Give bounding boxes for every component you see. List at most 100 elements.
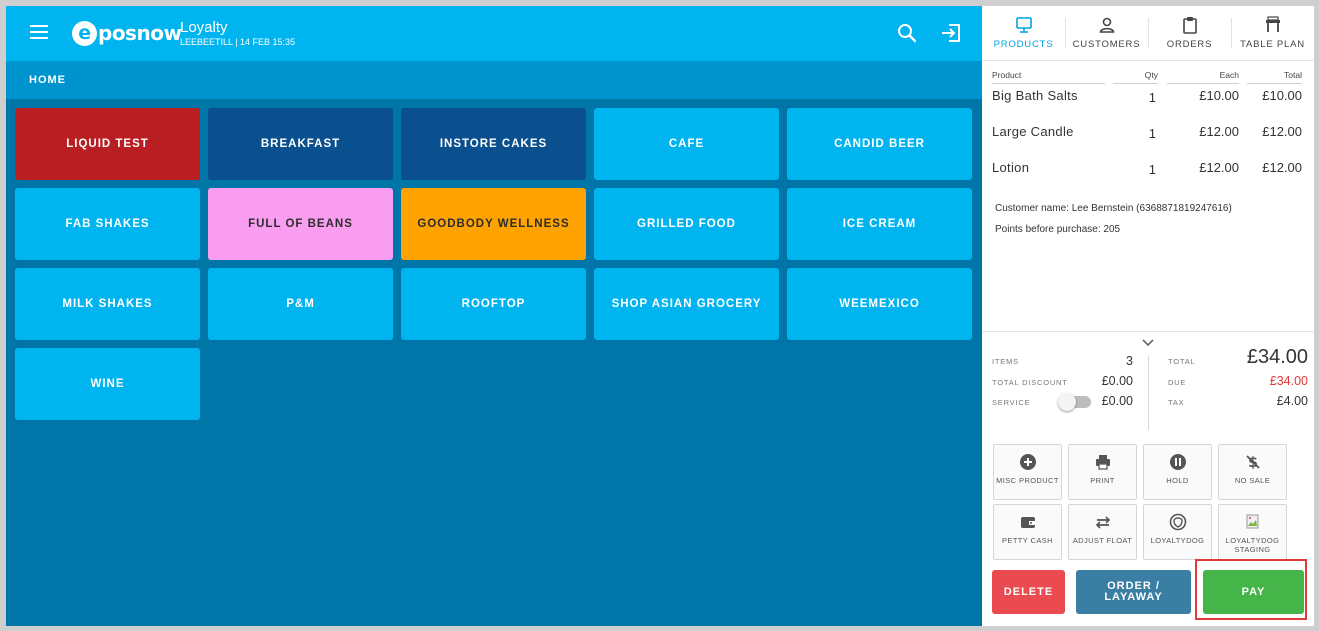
action-label: PRINT bbox=[1090, 476, 1115, 485]
person-icon bbox=[1099, 17, 1114, 33]
category-tile[interactable]: WINE bbox=[15, 348, 200, 420]
line-each: £10.00 bbox=[1199, 88, 1239, 103]
category-tile[interactable]: FULL OF BEANS bbox=[208, 188, 393, 260]
line-total: £10.00 bbox=[1262, 88, 1302, 103]
category-tile[interactable]: CAFE bbox=[594, 108, 779, 180]
total-value: £34.00 bbox=[1246, 346, 1308, 368]
tab-label: TABLE PLAN bbox=[1240, 39, 1305, 50]
top-bar: e posnow Loyalty LEEBEETILL | 14 FEB 15:… bbox=[6, 6, 982, 61]
category-tile[interactable]: BREAKFAST bbox=[208, 108, 393, 180]
action-label: MISC PRODUCT bbox=[996, 476, 1059, 485]
tab-label: ORDERS bbox=[1166, 39, 1213, 50]
service-value: £0.00 bbox=[1101, 394, 1133, 408]
tab-label: CUSTOMERS bbox=[1072, 39, 1141, 50]
items-label: ITEMS bbox=[992, 357, 1019, 366]
category-tile[interactable]: P&M bbox=[208, 268, 393, 340]
side-tabs: PRODUCTS CUSTOMERS ORDERS TABLE PLAN bbox=[982, 6, 1314, 61]
no-sale-icon: $ bbox=[1245, 455, 1260, 471]
service-label: SERVICE bbox=[992, 398, 1031, 407]
action-label: NO SALE bbox=[1234, 476, 1271, 485]
tab-products[interactable]: PRODUCTS bbox=[982, 6, 1065, 60]
logo-mark: e bbox=[72, 20, 97, 46]
action-hold[interactable]: HOLD bbox=[1143, 444, 1212, 500]
printer-icon bbox=[1095, 455, 1110, 470]
eposnow-logo: e posnow bbox=[72, 20, 182, 46]
plus-circle-icon bbox=[1019, 454, 1036, 470]
line-total: £12.00 bbox=[1262, 124, 1302, 139]
summary-vertical-divider bbox=[1148, 356, 1149, 430]
action-label: LOYALTYDOG bbox=[1150, 536, 1205, 545]
line-each: £12.00 bbox=[1199, 124, 1239, 139]
category-tile[interactable]: ICE CREAM bbox=[787, 188, 972, 260]
category-tile[interactable]: CANDID BEER bbox=[787, 108, 972, 180]
tab-table-plan[interactable]: TABLE PLAN bbox=[1231, 6, 1314, 60]
action-loyaltydog[interactable]: LOYALTYDOG bbox=[1143, 504, 1212, 560]
category-grid: LIQUID TEST BREAKFAST INSTORE CAKES CAFE CAN… bbox=[15, 108, 973, 420]
category-tile[interactable]: INSTORE CAKES bbox=[401, 108, 586, 180]
action-petty-cash[interactable]: PETTY CASH bbox=[993, 504, 1062, 560]
order-layaway-label-line2: LAYAWAY bbox=[1104, 591, 1163, 603]
col-qty: Qty bbox=[1113, 70, 1158, 84]
tab-customers[interactable]: CUSTOMERS bbox=[1065, 6, 1148, 60]
loyaltydog-icon bbox=[1169, 513, 1186, 531]
line-product: Big Bath Salts bbox=[992, 88, 1078, 103]
logo-wordmark: posnow bbox=[98, 21, 182, 45]
category-tile[interactable]: LIQUID TEST bbox=[15, 108, 200, 180]
due-label: DUE bbox=[1168, 378, 1187, 387]
action-label: ADJUST FLOAT bbox=[1072, 536, 1133, 545]
action-grid: MISC PRODUCT PRINT HOLD $ NO SALE PETTY CASH A… bbox=[993, 444, 1293, 560]
till-datetime: LEEBEETILL | 14 FEB 15:35 bbox=[180, 37, 296, 47]
breadcrumb-bar: HOME bbox=[6, 61, 982, 99]
order-line[interactable]: Large Candle 1 £12.00 £12.00 bbox=[992, 124, 1302, 144]
line-each: £12.00 bbox=[1199, 160, 1239, 175]
order-line[interactable]: Lotion 1 £12.00 £12.00 bbox=[992, 160, 1302, 180]
line-product: Large Candle bbox=[992, 124, 1074, 139]
category-tile[interactable]: MILK SHAKES bbox=[15, 268, 200, 340]
due-value: £34.00 bbox=[1269, 374, 1308, 388]
points-before-purchase: Points before purchase: 205 bbox=[995, 224, 1121, 235]
tab-orders[interactable]: ORDERS bbox=[1148, 6, 1231, 60]
hamburger-menu-icon[interactable] bbox=[30, 25, 48, 39]
search-icon[interactable] bbox=[897, 23, 917, 43]
tax-label: TAX bbox=[1168, 398, 1185, 407]
total-label: TOTAL bbox=[1168, 357, 1196, 366]
order-layaway-button[interactable]: ORDER / LAYAWAY bbox=[1076, 570, 1191, 614]
customer-name: Customer name: Lee Bernstein (6368871819… bbox=[995, 203, 1232, 214]
pause-circle-icon bbox=[1169, 454, 1186, 470]
action-print[interactable]: PRINT bbox=[1068, 444, 1137, 500]
action-label: HOLD bbox=[1166, 476, 1189, 485]
category-tile[interactable]: FAB SHAKES bbox=[15, 188, 200, 260]
page-title: Loyalty bbox=[180, 19, 228, 36]
action-label: LOYALTYDOG STAGING bbox=[1225, 536, 1280, 554]
total-discount-value: £0.00 bbox=[1101, 374, 1133, 388]
category-tile[interactable]: SHOP ASIAN GROCERY bbox=[594, 268, 779, 340]
line-qty: 1 bbox=[1148, 126, 1156, 141]
table-icon bbox=[1265, 16, 1280, 32]
action-loyaltydog-staging[interactable]: LOYALTYDOG STAGING bbox=[1218, 504, 1287, 560]
action-adjust-float[interactable]: ADJUST FLOAT bbox=[1068, 504, 1137, 560]
col-each: Each bbox=[1167, 70, 1239, 84]
col-total: Total bbox=[1247, 70, 1302, 84]
category-tile[interactable]: GOODBODY WELLNESS bbox=[401, 188, 586, 260]
action-no-sale[interactable]: $ NO SALE bbox=[1218, 444, 1287, 500]
delete-button[interactable]: DELETE bbox=[992, 570, 1065, 614]
action-misc-product[interactable]: MISC PRODUCT bbox=[993, 444, 1062, 500]
breadcrumb-home[interactable]: HOME bbox=[29, 74, 66, 86]
order-table-header: Product Qty Each Total bbox=[992, 70, 1302, 84]
category-tile[interactable]: WEEMEXICO bbox=[787, 268, 972, 340]
line-qty: 1 bbox=[1148, 162, 1156, 177]
category-tile[interactable]: ROOFTOP bbox=[401, 268, 586, 340]
order-line[interactable]: Big Bath Salts 1 £10.00 £10.00 bbox=[992, 88, 1302, 108]
chevron-down-icon[interactable] bbox=[1142, 339, 1154, 347]
order-panel: PRODUCTS CUSTOMERS ORDERS TABLE PLAN Produc… bbox=[982, 6, 1314, 626]
items-count: 3 bbox=[1126, 354, 1133, 368]
clipboard-icon bbox=[1182, 17, 1197, 34]
logout-icon[interactable] bbox=[940, 23, 962, 43]
line-product: Lotion bbox=[992, 160, 1030, 175]
category-tile[interactable]: GRILLED FOOD bbox=[594, 188, 779, 260]
wallet-icon bbox=[1020, 517, 1035, 528]
monitor-icon bbox=[1015, 17, 1032, 33]
line-total: £12.00 bbox=[1262, 160, 1302, 175]
pay-button[interactable]: PAY bbox=[1203, 570, 1304, 614]
title-block: Loyalty LEEBEETILL | 14 FEB 15:35 bbox=[180, 19, 295, 48]
